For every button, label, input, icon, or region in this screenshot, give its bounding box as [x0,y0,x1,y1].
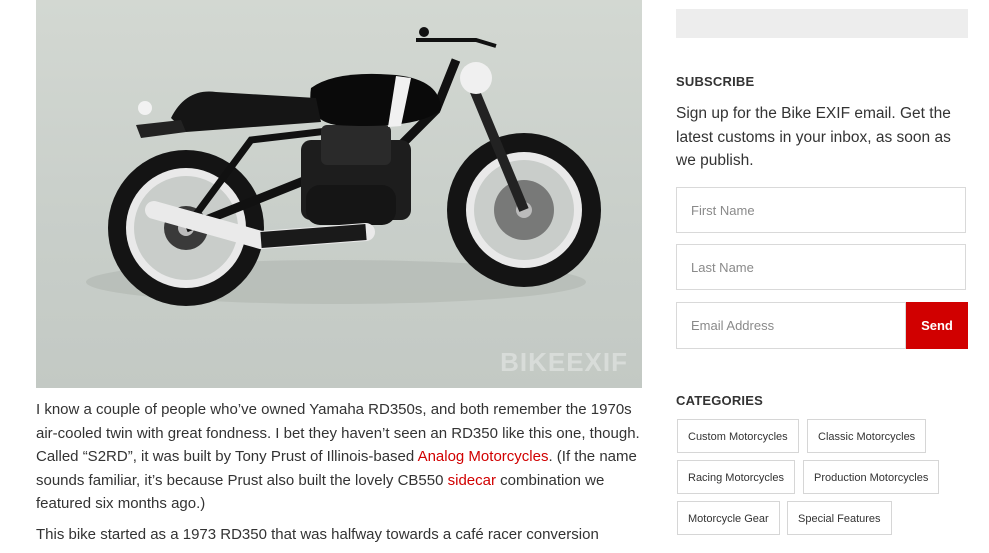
article-paragraph: This bike started as a 1973 RD350 that w… [36,525,599,543]
category-motorcycle-gear[interactable]: Motorcycle Gear [677,501,780,535]
analog-motorcycles-link[interactable]: Analog Motorcycles [418,448,549,465]
watermark: BIKEEXIF [500,347,628,377]
category-racing-motorcycles[interactable]: Racing Motorcycles [677,460,795,494]
sidecar-link[interactable]: sidecar [448,472,496,489]
article-paragraph: I know a couple of people who’ve owned Y… [36,398,646,516]
hero-image: BIKEEXIF [36,0,642,388]
motorcycle-illustration [86,27,601,306]
subscribe-heading: SUBSCRIBE [676,74,755,89]
last-name-field[interactable] [676,244,966,290]
send-button[interactable]: Send [906,302,968,349]
subscribe-description: Sign up for the Bike EXIF email. Get the… [676,105,951,169]
category-special-features[interactable]: Special Features [787,501,892,535]
category-classic-motorcycles[interactable]: Classic Motorcycles [807,419,927,453]
email-field[interactable] [676,302,906,349]
sidebar-top-bar [676,9,968,38]
categories-heading: CATEGORIES [676,393,763,408]
article-body: I know a couple of people who’ve owned Y… [36,398,646,553]
category-custom-motorcycles[interactable]: Custom Motorcycles [677,419,799,453]
category-production-motorcycles[interactable]: Production Motorcycles [803,460,940,494]
first-name-field[interactable] [676,187,966,233]
